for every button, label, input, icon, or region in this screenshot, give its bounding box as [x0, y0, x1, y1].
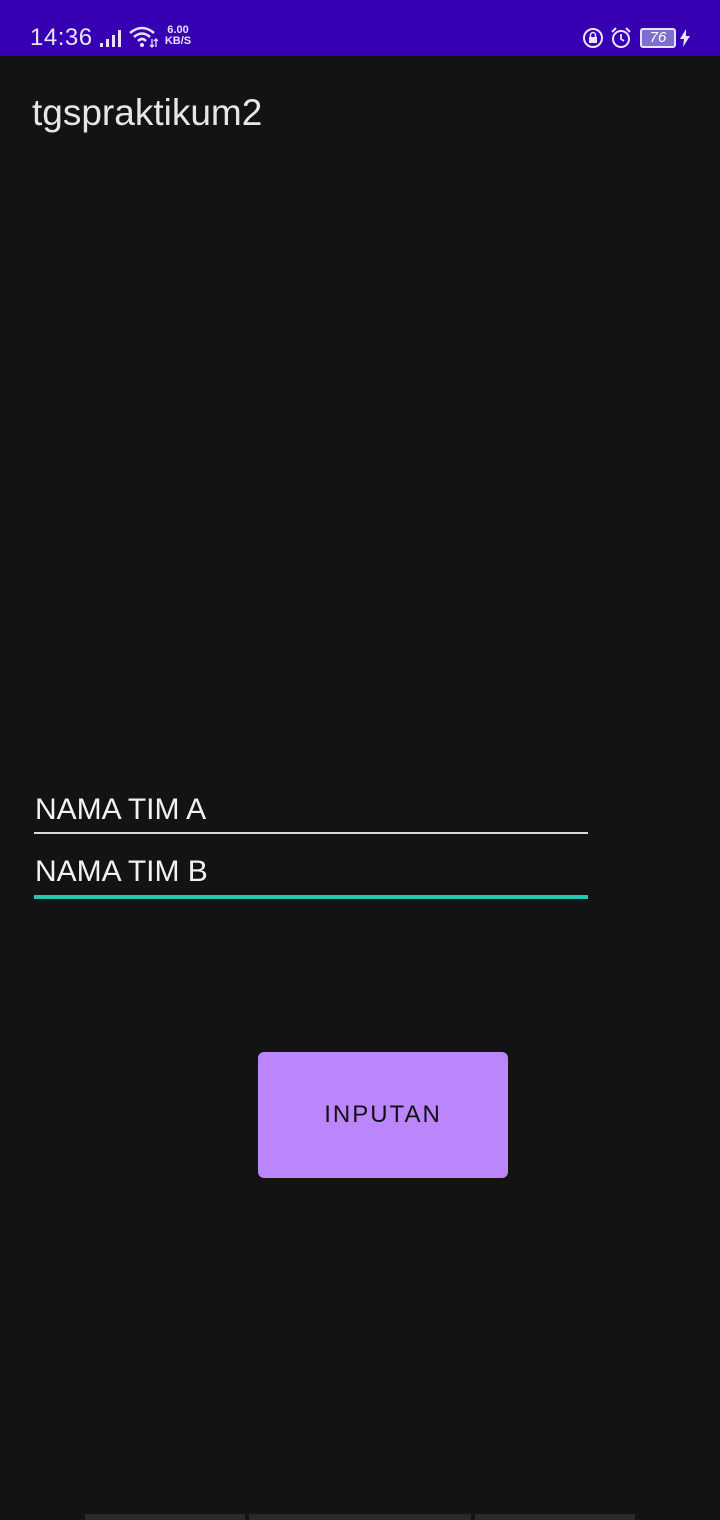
team-b-field[interactable] [34, 852, 591, 899]
app-screen: 14:36 6.00 KB/S 76 tgspraktikum2 NAMA TI… [0, 0, 720, 1520]
wifi-icon [129, 26, 158, 48]
team-b-input[interactable] [34, 852, 591, 892]
battery-level: 76 [649, 29, 667, 46]
nav-bar-segment [249, 1514, 471, 1520]
inputan-button[interactable]: INPUTAN [258, 1052, 508, 1178]
alarm-icon [611, 27, 631, 48]
charging-icon [680, 29, 690, 47]
team-a-input[interactable] [34, 790, 591, 830]
network-speed: 6.00 KB/S [161, 25, 195, 47]
status-bar: 14:36 6.00 KB/S 76 [0, 0, 720, 56]
battery-icon: 76 [640, 28, 676, 48]
status-time: 14:36 [30, 24, 93, 51]
app-title: tgspraktikum2 [32, 92, 263, 133]
signal-icon [100, 30, 121, 47]
lock-rotate-icon [583, 28, 603, 48]
team-a-field[interactable] [34, 790, 591, 834]
network-speed-unit: KB/S [164, 35, 192, 47]
nav-bar-segment [85, 1514, 245, 1520]
nav-bar-segment [475, 1514, 635, 1520]
